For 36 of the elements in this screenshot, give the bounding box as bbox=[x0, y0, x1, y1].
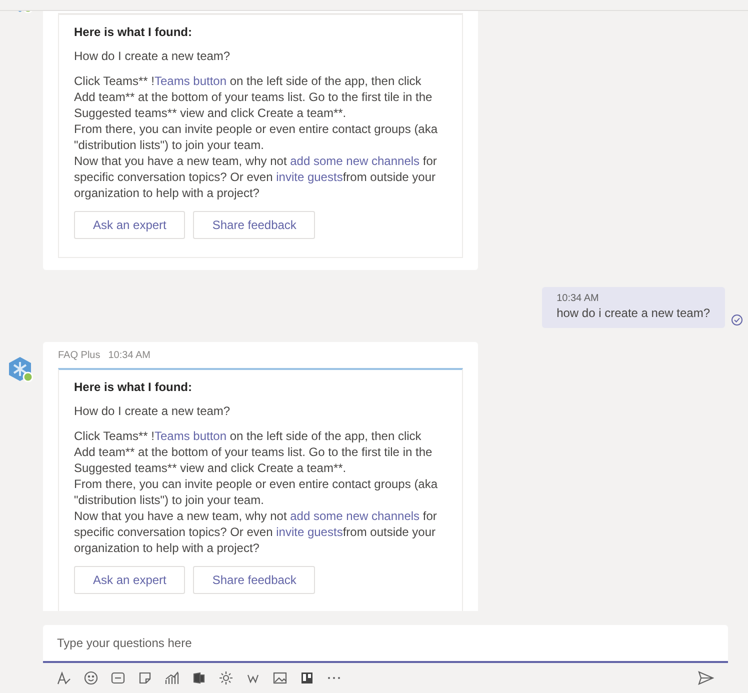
card-title: Here is what I found: bbox=[74, 380, 194, 394]
format-icon[interactable] bbox=[57, 671, 71, 685]
send-icon[interactable] bbox=[698, 671, 714, 685]
link[interactable]: Teams button bbox=[154, 74, 227, 88]
answer-text: Click Teams** !Teams button on the left side of the app, then click Add team** at the bottom of your teams list. Go to the first tile in the Suggested teams** view and click Create a team**. bbox=[74, 428, 434, 476]
link[interactable]: invite guests bbox=[276, 525, 343, 539]
answer-text: From there, you can invite people or even entire contact groups (aka "distribution lists") to join your team. bbox=[74, 121, 439, 153]
card-action-button[interactable]: Ask an expert bbox=[74, 211, 186, 239]
link[interactable]: add some new channels bbox=[290, 154, 420, 168]
answer-text: Now that you have a new team, why not add some new channels for specific conversation topics? Or even invite guestsfrom outside your organization to help with a project? bbox=[74, 153, 438, 201]
card-action-button[interactable]: Ask an expert bbox=[74, 566, 186, 594]
app-icon[interactable] bbox=[192, 671, 206, 685]
check-circle-icon bbox=[731, 314, 743, 326]
card-title: Here is what I found: bbox=[74, 25, 194, 39]
link[interactable]: add some new channels bbox=[290, 509, 420, 523]
answer-text: Now that you have a new team, why not add some new channels for specific conversation topics? Or even invite guestsfrom outside your organization to help with a project? bbox=[74, 508, 438, 556]
card-action-button[interactable]: Share feedback bbox=[193, 566, 316, 594]
message-input-field[interactable]: Type your questions here bbox=[43, 625, 728, 663]
card-action-button[interactable]: Share feedback bbox=[193, 211, 316, 239]
question-text: How do I create a new team? bbox=[74, 49, 232, 63]
answer-text: Click Teams** !Teams button on the left side of the app, then click Add team** at the bottom of your teams list. Go to the first tile in the Suggested teams** view and click Create a team**. bbox=[74, 73, 434, 121]
message-time: 10:34 AM bbox=[108, 350, 151, 361]
bot-avatar-icon bbox=[7, 356, 33, 382]
emoji-icon[interactable] bbox=[84, 671, 98, 685]
chart-icon[interactable] bbox=[165, 671, 179, 685]
sun-icon[interactable] bbox=[219, 671, 233, 685]
link[interactable]: Teams button bbox=[154, 429, 227, 443]
sender-name: FAQ Plus bbox=[58, 350, 100, 361]
sticker-icon[interactable] bbox=[138, 671, 152, 685]
image-icon[interactable] bbox=[273, 671, 287, 685]
message-time: 10:34 AM bbox=[556, 293, 600, 304]
link[interactable]: invite guests bbox=[276, 170, 343, 184]
board-icon[interactable] bbox=[300, 671, 314, 685]
answer-text: From there, you can invite people or even entire contact groups (aka "distribution lists") to join your team. bbox=[74, 476, 439, 508]
question-text: How do I create a new team? bbox=[74, 404, 232, 418]
message-text: how do i create a new team? bbox=[556, 306, 710, 320]
